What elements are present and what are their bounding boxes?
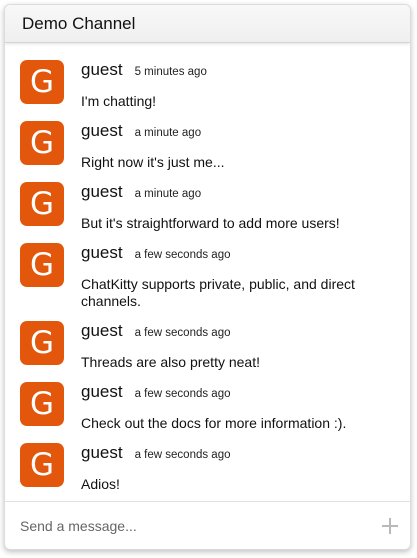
channel-header: Demo Channel [5, 5, 410, 43]
message-list[interactable]: G guest 5 minutes ago I'm chatting! G gu… [5, 44, 410, 500]
avatar: G [20, 382, 64, 426]
message-timestamp: a few seconds ago [134, 449, 231, 461]
message-author: guest [81, 443, 123, 462]
message-composer [5, 501, 410, 549]
message-author: guest [81, 121, 123, 140]
message-text: Adios! [81, 476, 120, 492]
avatar: G [20, 60, 64, 104]
message-text: But it's straightforward to add more use… [81, 215, 340, 231]
message-text: ChatKitty supports private, public, and … [81, 276, 355, 309]
message-body: guest a few seconds ago Adios! [81, 443, 398, 493]
message-meta: guest a few seconds ago [81, 321, 398, 341]
avatar-letter: G [29, 324, 55, 361]
message-body: guest a minute ago Right now it's just m… [81, 121, 398, 171]
message-body: guest a few seconds ago ChatKitty suppor… [81, 243, 398, 310]
avatar-letter: G [29, 246, 55, 283]
message-body: guest a minute ago But it's straightforw… [81, 182, 398, 232]
message-text: Right now it's just me... [81, 154, 225, 170]
avatar: G [20, 121, 64, 165]
message-author: guest [81, 321, 123, 340]
message-text: Check out the docs for more information … [81, 415, 347, 431]
message-meta: guest a few seconds ago [81, 443, 398, 463]
message-meta: guest a few seconds ago [81, 382, 398, 402]
plus-icon[interactable] [380, 516, 400, 536]
message-body: guest a few seconds ago Threads are also… [81, 321, 398, 371]
message-meta: guest a minute ago [81, 182, 398, 202]
message-timestamp: a minute ago [134, 188, 202, 200]
avatar: G [20, 243, 64, 287]
message-timestamp: a few seconds ago [134, 327, 231, 339]
avatar: G [20, 321, 64, 365]
avatar-letter: G [29, 124, 55, 161]
message-meta: guest a minute ago [81, 121, 398, 141]
avatar-letter: G [29, 385, 55, 422]
message-meta: guest a few seconds ago [81, 243, 398, 263]
message-author: guest [81, 382, 123, 401]
message-timestamp: 5 minutes ago [134, 66, 207, 78]
channel-title: Demo Channel [22, 13, 136, 33]
message-body: guest 5 minutes ago I'm chatting! [81, 60, 398, 110]
message-author: guest [81, 60, 123, 79]
message-author: guest [81, 182, 123, 201]
message-author: guest [81, 243, 123, 262]
message-timestamp: a minute ago [134, 127, 202, 139]
avatar-letter: G [29, 63, 55, 100]
message-meta: guest 5 minutes ago [81, 60, 398, 80]
avatar-letter: G [29, 446, 55, 483]
message-body: guest a few seconds ago Check out the do… [81, 382, 398, 432]
chat-window: Demo Channel G guest 5 minutes ago I'm c… [4, 4, 411, 550]
message-text: I'm chatting! [81, 93, 157, 109]
avatar: G [20, 182, 64, 226]
avatar: G [20, 443, 64, 487]
message-input[interactable] [20, 517, 380, 534]
avatar-letter: G [29, 185, 55, 222]
message-text: Threads are also pretty neat! [81, 354, 260, 370]
message-timestamp: a few seconds ago [134, 249, 231, 261]
message-timestamp: a few seconds ago [134, 388, 231, 400]
